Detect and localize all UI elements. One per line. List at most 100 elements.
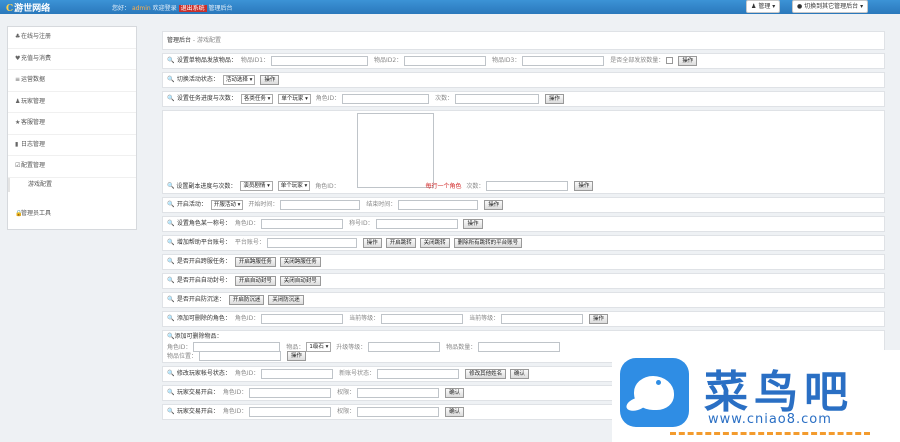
form-title: 增加帮助平台账号： bbox=[176, 239, 231, 246]
value-input[interactable] bbox=[357, 387, 440, 398]
task-type-value: 各类任务 bbox=[243, 95, 266, 102]
trade-confirm-button[interactable]: 确认 bbox=[445, 387, 465, 398]
account-input[interactable] bbox=[261, 368, 334, 379]
form-title: 添加可删除物品： bbox=[174, 333, 223, 340]
item-position-label: 物品位置： bbox=[167, 352, 198, 360]
dungeon-operate-button[interactable]: 操作 bbox=[574, 181, 594, 191]
item-count-input[interactable] bbox=[478, 342, 561, 352]
title-operate-button[interactable]: 操作 bbox=[463, 218, 483, 229]
close-anti-addiction-button[interactable]: 关闭防沉迷 bbox=[268, 294, 304, 305]
end-time-input[interactable] bbox=[398, 199, 479, 210]
all-grant-checkbox[interactable] bbox=[666, 57, 674, 64]
item1-input[interactable] bbox=[271, 55, 369, 66]
value-input[interactable] bbox=[357, 406, 440, 417]
item2-label: 物品ID2： bbox=[374, 57, 403, 64]
sidebar-item-online[interactable]: ♣在线与注册 bbox=[8, 27, 136, 49]
new-status-input[interactable] bbox=[377, 368, 460, 379]
close-redirect-button[interactable]: 关闭跳转 bbox=[419, 237, 450, 248]
start-time-input[interactable] bbox=[280, 199, 361, 210]
open-cross-server-button[interactable]: 开启跨服任务 bbox=[234, 256, 276, 267]
dungeon-select[interactable]: 演员剧情 ▾ bbox=[240, 181, 273, 191]
club-icon: ♣ bbox=[15, 33, 21, 40]
deletable-item-button[interactable]: 操作 bbox=[286, 351, 306, 361]
form-title: 是否开启跨服任务： bbox=[176, 258, 231, 265]
activity-operate-button[interactable]: 操作 bbox=[260, 74, 280, 85]
watermark: 菜鸟吧 www.cniao8.com bbox=[612, 350, 900, 442]
search-icon: 🔍 bbox=[167, 239, 175, 246]
sidebar-item-recharge[interactable]: ♥充值与消费 bbox=[8, 49, 136, 70]
deletable-role-button[interactable]: 操作 bbox=[589, 313, 609, 324]
search-icon: 🔍 bbox=[167, 277, 175, 284]
search-icon: 🔍 bbox=[167, 315, 175, 322]
times-input[interactable] bbox=[455, 93, 540, 104]
sidebar-item-label: 配置管理 bbox=[21, 162, 46, 169]
sidebar-item-operations[interactable]: ≡运营数据 bbox=[8, 70, 136, 92]
manage-button[interactable]: ♟ 管理 ▾ bbox=[746, 0, 781, 13]
search-icon: 🔍 bbox=[167, 296, 175, 303]
chevron-down-icon: ▾ bbox=[772, 3, 776, 10]
close-cross-server-button[interactable]: 关闭跨服任务 bbox=[279, 256, 321, 267]
open-auto-ban-button[interactable]: 开启自动封号 bbox=[234, 275, 276, 286]
times-label: 次数： bbox=[466, 182, 485, 190]
role-id-label: 角色ID： bbox=[167, 343, 192, 351]
sidebar-item-admin-tools[interactable]: 🔒管理员工具 bbox=[8, 204, 136, 225]
role-id-label: 角色ID： bbox=[315, 182, 340, 190]
activity-select[interactable]: 活动选择 ▾ bbox=[222, 74, 256, 85]
account-confirm-button[interactable]: 确认 bbox=[510, 368, 530, 379]
upgrade-level-input[interactable] bbox=[368, 342, 441, 352]
heart-icon: ♥ bbox=[15, 54, 21, 62]
form-platform-account: 🔍 增加帮助平台账号： 平台账号： 操作 开启跳转 关闭跳转 删除所有跳转的平台… bbox=[162, 235, 885, 251]
list-icon: ≡ bbox=[15, 76, 21, 83]
form-title: 设置副本进度与次数： bbox=[176, 182, 237, 190]
grant-operate-button[interactable]: 操作 bbox=[678, 55, 698, 66]
role-id-input[interactable] bbox=[249, 387, 332, 398]
title-id-label: 称号ID： bbox=[349, 220, 374, 227]
item2-input[interactable] bbox=[404, 55, 487, 66]
current-level-input[interactable] bbox=[381, 313, 464, 324]
delete-all-redirect-button[interactable]: 删除所有跳转的平台账号 bbox=[453, 237, 523, 248]
switch-backend-button[interactable]: ● 切换到其它管理后台 ▾ bbox=[792, 0, 869, 13]
form-title: 玩家交易开启： bbox=[176, 408, 219, 415]
role-id-input[interactable] bbox=[249, 406, 332, 417]
task-type-select[interactable]: 各类任务 ▾ bbox=[240, 93, 274, 104]
platform-account-label: 平台账号： bbox=[234, 239, 265, 246]
sidebar-subitem-game-config[interactable]: 游戏配置 bbox=[8, 177, 136, 192]
activity-select-value: 活动选择 bbox=[225, 76, 248, 83]
open-activity-value: 开服活动 bbox=[213, 201, 236, 208]
form-title: 是否开启自动封号： bbox=[176, 277, 231, 284]
item-position-input[interactable] bbox=[199, 351, 282, 361]
form-title: 添加可删除的角色： bbox=[176, 315, 231, 322]
open-redirect-button[interactable]: 开启跳转 bbox=[385, 237, 416, 248]
platform-operate-button[interactable]: 操作 bbox=[362, 237, 382, 248]
times-label: 次数： bbox=[435, 95, 454, 102]
task-scope-select[interactable]: 单个玩家 ▾ bbox=[278, 93, 311, 104]
dungeon-scope-select[interactable]: 单个玩家 ▾ bbox=[277, 181, 311, 191]
role-id-input[interactable] bbox=[261, 218, 344, 229]
task-operate-button[interactable]: 操作 bbox=[545, 93, 565, 104]
times-input[interactable] bbox=[486, 181, 569, 191]
sidebar-item-players[interactable]: ♟玩家管理 bbox=[8, 92, 136, 113]
target-level-input[interactable] bbox=[501, 313, 584, 324]
role-id-input[interactable] bbox=[342, 93, 430, 104]
breadcrumb-root[interactable]: 管理后台 bbox=[167, 37, 191, 44]
sidebar-item-service[interactable]: ★客服管理 bbox=[8, 113, 136, 135]
switch-label: 切换到其它管理后台 bbox=[804, 3, 859, 10]
open-activity-select[interactable]: 开服活动 ▾ bbox=[210, 199, 244, 210]
item-select[interactable]: 1级石 ▾ bbox=[306, 342, 332, 352]
sidebar-item-label: 客服管理 bbox=[21, 119, 46, 126]
open-anti-addiction-button[interactable]: 开启防沉迷 bbox=[228, 294, 265, 305]
open-activity-button[interactable]: 操作 bbox=[484, 199, 504, 210]
username: admin bbox=[131, 5, 151, 12]
trade-confirm-button-2[interactable]: 确认 bbox=[445, 406, 465, 417]
role-id-textarea[interactable] bbox=[357, 113, 434, 188]
item3-input[interactable] bbox=[522, 55, 605, 66]
exit-button[interactable]: 退出系统 bbox=[178, 5, 207, 12]
title-id-input[interactable] bbox=[375, 218, 458, 229]
rename-button[interactable]: 修改其他姓名 bbox=[465, 368, 507, 379]
role-id-input[interactable] bbox=[261, 313, 344, 324]
close-auto-ban-button[interactable]: 关闭自动封号 bbox=[279, 275, 321, 286]
platform-account-input[interactable] bbox=[266, 237, 357, 248]
checkbox-icon: ☑ bbox=[15, 162, 21, 169]
sidebar-item-logs[interactable]: ▮ 日志管理 bbox=[8, 135, 136, 156]
sidebar-item-config[interactable]: ☑配置管理 bbox=[8, 156, 136, 178]
